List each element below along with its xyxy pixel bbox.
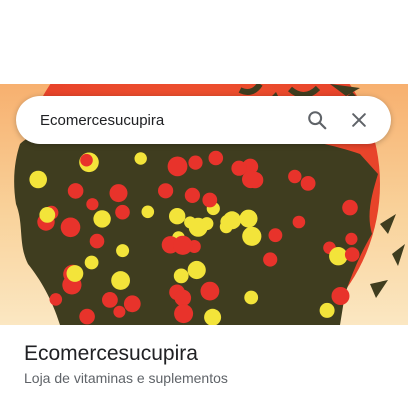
fruit	[29, 170, 47, 189]
fruit	[288, 169, 302, 184]
fruit	[109, 184, 128, 203]
place-title: Ecomercesucupira	[24, 342, 198, 365]
fruit	[345, 232, 358, 245]
fruit	[173, 268, 189, 284]
fruit	[93, 210, 111, 228]
fruit	[141, 205, 155, 219]
fruit	[113, 305, 126, 318]
fruit	[239, 209, 258, 228]
fruit	[342, 199, 358, 216]
fruit	[292, 215, 306, 229]
fruit	[134, 152, 147, 165]
fruit	[79, 308, 95, 325]
fruit	[86, 198, 99, 211]
fruit	[344, 247, 360, 262]
fruit	[174, 304, 194, 324]
fruit	[184, 187, 200, 203]
fruit	[187, 260, 206, 280]
fruit	[67, 183, 84, 199]
fruit	[244, 290, 259, 305]
fruit	[204, 308, 222, 325]
fruit	[188, 217, 208, 237]
close-icon[interactable]	[341, 102, 377, 138]
fruit	[263, 252, 278, 267]
fruit	[200, 281, 220, 301]
search-bar[interactable]: Ecomercesucupira	[16, 96, 391, 144]
fruit	[242, 170, 260, 189]
fruit	[331, 287, 350, 305]
search-input[interactable]: Ecomercesucupira	[40, 112, 293, 129]
fruit	[158, 183, 174, 199]
fruit	[173, 235, 193, 255]
fruit	[49, 293, 63, 306]
fruit	[167, 156, 188, 177]
fruit	[268, 228, 283, 243]
fruit	[102, 292, 118, 308]
fruit	[169, 208, 186, 225]
fruit	[84, 255, 99, 270]
fruit	[174, 289, 192, 307]
search-icon[interactable]	[299, 102, 335, 138]
fruit	[123, 295, 141, 313]
fruit	[319, 302, 335, 318]
fruit	[188, 155, 203, 170]
fruit	[66, 265, 84, 282]
fruit	[60, 217, 81, 238]
fruit	[329, 247, 348, 266]
place-card: Ecomercesucupira Ecomercesucupira Loja d…	[0, 0, 408, 408]
fruit	[242, 226, 262, 246]
fruit	[219, 220, 233, 234]
fruit	[39, 207, 56, 223]
fruit	[208, 150, 224, 166]
fruit	[300, 176, 316, 191]
fruit	[111, 271, 130, 290]
place-category: Loja de vitaminas e suplementos	[24, 370, 228, 386]
fruit	[80, 153, 93, 167]
fruit	[202, 192, 218, 208]
fruit	[116, 244, 130, 258]
fruit	[89, 233, 105, 249]
fruit	[115, 204, 130, 220]
